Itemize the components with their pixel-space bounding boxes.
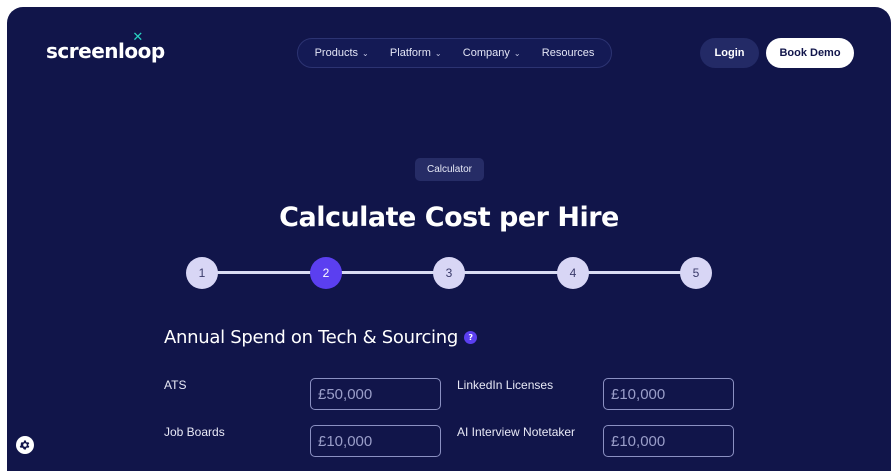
ats-label: ATS (164, 378, 187, 392)
step-5[interactable]: 5 (680, 257, 712, 289)
chevron-down-icon: ⌄ (513, 48, 521, 58)
chevron-down-icon: ⌄ (362, 48, 369, 58)
ai-notetaker-label: AI Interview Notetaker (457, 425, 576, 439)
linkedin-label: LinkedIn Licenses (457, 378, 554, 392)
job-boards-label: Job Boards (164, 425, 225, 439)
gear-icon (19, 440, 30, 450)
login-button[interactable]: Login (700, 38, 759, 68)
step-4[interactable]: 4 (557, 257, 589, 289)
nav-item-products[interactable]: Products ⌄ (315, 47, 369, 59)
help-icon[interactable]: ? (464, 331, 477, 344)
step-2-active[interactable]: 2 (310, 257, 342, 289)
logo-mark: ✕ oo (124, 31, 151, 63)
logo-x-icon: ✕ (132, 30, 143, 45)
page-frame: screenl ✕ oo p Products ⌄ Platform ⌄ Com… (7, 7, 891, 471)
nav-item-resources[interactable]: Resources (542, 47, 595, 59)
step-1[interactable]: 1 (186, 257, 218, 289)
nav-item-company[interactable]: Company ⌄ (463, 47, 521, 59)
cookie-settings-button[interactable] (16, 436, 34, 454)
ai-notetaker-input[interactable] (603, 425, 734, 457)
logo[interactable]: screenl ✕ oo p (46, 31, 165, 63)
chevron-down-icon: ⌄ (434, 48, 442, 58)
section-title-text: Annual Spend on Tech & Sourcing (164, 327, 458, 348)
ats-input[interactable] (310, 378, 441, 410)
nav-item-label: Products (314, 47, 359, 59)
nav-item-label: Company (462, 47, 510, 59)
calculator-tag: Calculator (415, 158, 484, 181)
step-3[interactable]: 3 (433, 257, 465, 289)
nav-item-label: Platform (389, 47, 431, 59)
nav-item-platform[interactable]: Platform ⌄ (390, 47, 442, 59)
main-nav: Products ⌄ Platform ⌄ Company ⌄ Resource… (297, 38, 612, 68)
job-boards-input[interactable] (310, 425, 441, 457)
logo-text-start: screenl (46, 39, 125, 63)
logo-text-end: p (150, 39, 165, 63)
linkedin-input[interactable] (603, 378, 734, 410)
book-demo-button[interactable]: Book Demo (766, 38, 854, 68)
page-title: Calculate Cost per Hire (279, 202, 619, 233)
nav-item-label: Resources (541, 47, 595, 59)
section-title: Annual Spend on Tech & Sourcing ? (164, 327, 477, 348)
